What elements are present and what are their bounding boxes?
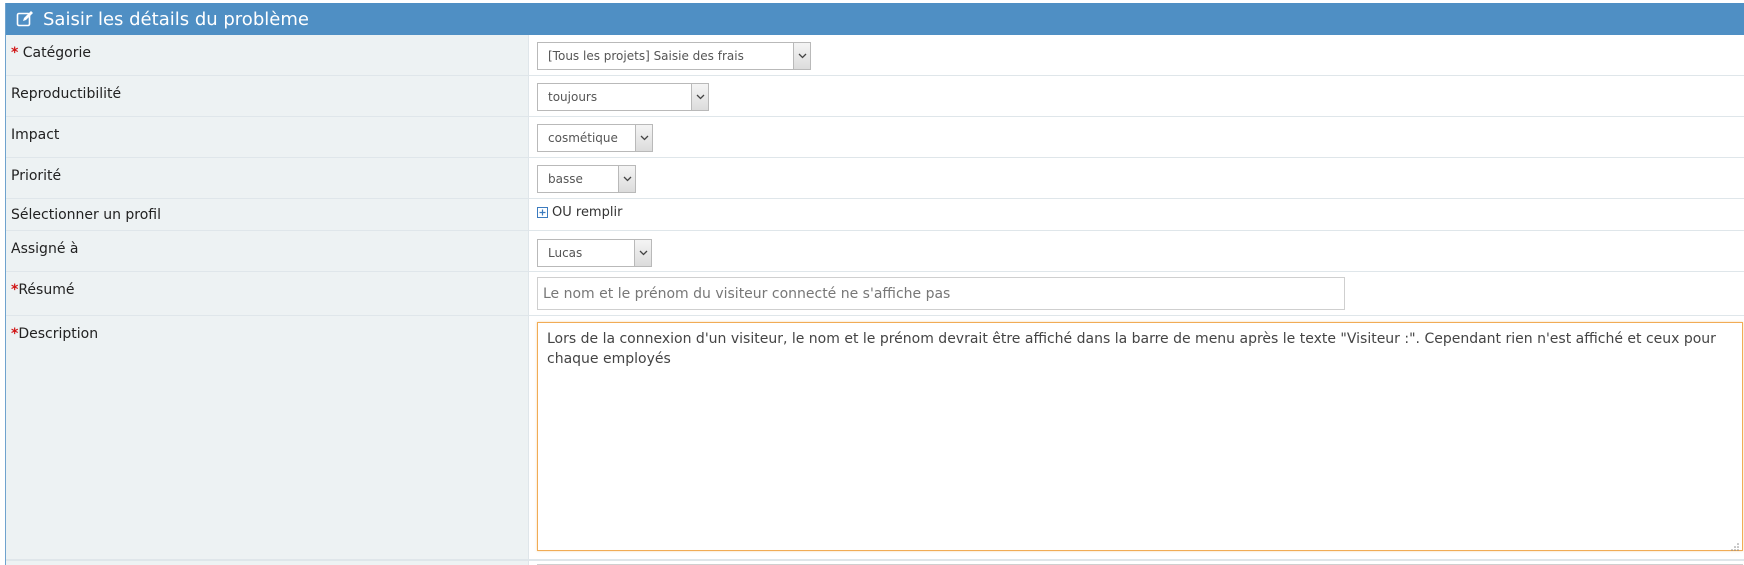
value-cell xyxy=(530,561,1744,565)
description-value: Lors de la connexion d'un visiteur, le n… xyxy=(547,331,1716,367)
category-label: Catégorie xyxy=(22,45,91,61)
required-marker: * xyxy=(11,45,19,61)
fill-profile-link[interactable]: OU remplir xyxy=(537,205,622,220)
row-impact: Impact cosmétique xyxy=(6,117,1744,158)
summary-input[interactable]: Le nom et le prénom du visiteur connecté… xyxy=(537,277,1345,310)
resize-grip-icon[interactable] xyxy=(1730,538,1740,551)
priority-value: basse xyxy=(548,172,583,186)
panel-title: Saisir les détails du problème xyxy=(43,8,309,30)
reproducibility-label: Reproductibilité xyxy=(11,86,122,102)
label-cell: Sélectionner un profil xyxy=(6,199,529,230)
label-cell xyxy=(6,561,529,565)
chevron-down-icon xyxy=(618,166,635,192)
value-cell: Le nom et le prénom du visiteur connecté… xyxy=(530,272,1744,315)
summary-label: Résumé xyxy=(18,282,75,298)
assigned-select[interactable]: Lucas xyxy=(537,239,652,267)
panel-header: Saisir les détails du problème xyxy=(6,3,1744,35)
priority-label: Priorité xyxy=(11,168,62,184)
chevron-down-icon xyxy=(691,84,708,110)
chevron-down-icon xyxy=(634,240,651,266)
value-cell: basse xyxy=(530,158,1744,198)
assigned-value: Lucas xyxy=(548,246,583,260)
plus-square-icon xyxy=(537,207,548,218)
priority-select[interactable]: basse xyxy=(537,165,636,193)
reproducibility-value: toujours xyxy=(548,90,598,104)
row-priority: Priorité basse xyxy=(6,158,1744,199)
row-assigned: Assigné à Lucas xyxy=(6,231,1744,272)
impact-label: Impact xyxy=(11,127,60,143)
edit-icon xyxy=(16,10,34,28)
description-textarea[interactable]: Lors de la connexion d'un visiteur, le n… xyxy=(537,322,1743,551)
impact-select[interactable]: cosmétique xyxy=(537,124,653,152)
label-cell: Priorité xyxy=(6,158,529,198)
value-cell: cosmétique xyxy=(530,117,1744,157)
impact-value: cosmétique xyxy=(548,131,618,145)
description-label: Description xyxy=(18,326,99,342)
row-summary: *Résumé Le nom et le prénom du visiteur … xyxy=(6,272,1744,316)
profile-label: Sélectionner un profil xyxy=(11,207,162,223)
summary-value: Le nom et le prénom du visiteur connecté… xyxy=(543,285,951,302)
chevron-down-icon xyxy=(635,125,652,151)
value-cell: toujours xyxy=(530,76,1744,116)
label-cell: *Résumé xyxy=(6,272,529,315)
chevron-down-icon xyxy=(793,43,810,69)
value-cell: Lucas xyxy=(530,231,1744,271)
value-cell: OU remplir xyxy=(530,199,1744,230)
label-cell: * Catégorie xyxy=(6,35,529,75)
row-profile: Sélectionner un profil OU remplir xyxy=(6,199,1744,231)
issue-details-panel: Saisir les détails du problème * Catégor… xyxy=(5,3,1744,565)
fill-profile-link-label: OU remplir xyxy=(552,205,623,220)
row-category: * Catégorie [Tous les projets] Saisie de… xyxy=(6,35,1744,76)
label-cell: *Description xyxy=(6,316,529,559)
row-description: *Description Lors de la connexion d'un v… xyxy=(6,316,1744,560)
category-value: [Tous les projets] Saisie des frais xyxy=(548,49,744,63)
category-select[interactable]: [Tous les projets] Saisie des frais xyxy=(537,42,811,70)
reproducibility-select[interactable]: toujours xyxy=(537,83,709,111)
value-cell: [Tous les projets] Saisie des frais xyxy=(530,35,1744,75)
value-cell: Lors de la connexion d'un visiteur, le n… xyxy=(530,316,1744,559)
label-cell: Impact xyxy=(6,117,529,157)
label-cell: Assigné à xyxy=(6,231,529,271)
row-next xyxy=(6,560,1744,565)
assigned-label: Assigné à xyxy=(11,241,79,257)
row-reproducibility: Reproductibilité toujours xyxy=(6,76,1744,117)
label-cell: Reproductibilité xyxy=(6,76,529,116)
